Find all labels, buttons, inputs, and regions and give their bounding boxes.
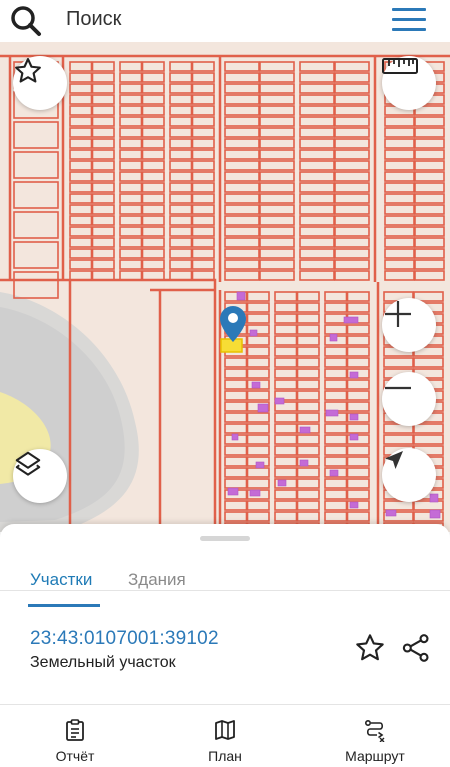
favorite-button[interactable]	[13, 56, 67, 110]
bottom-navigation: Отчёт План Маршрут	[0, 714, 450, 767]
menu-icon[interactable]	[392, 8, 428, 34]
tab-buildings[interactable]: Здания	[128, 570, 186, 590]
layers-button[interactable]	[13, 449, 67, 503]
tab-bar: Участки Здания	[0, 544, 450, 610]
report-icon	[66, 719, 84, 741]
share-button[interactable]	[399, 632, 433, 664]
location-pin-icon[interactable]	[220, 306, 246, 342]
minus-icon	[385, 386, 411, 390]
favorite-parcel-button[interactable]	[354, 632, 386, 664]
map-plan-icon	[215, 720, 235, 740]
star-outline-icon	[356, 634, 384, 661]
navigation-arrow-icon	[385, 451, 403, 469]
nav-plan[interactable]: План	[165, 714, 285, 767]
bottom-sheet: Участки Здания 23:43:0107001:39102 Земел…	[0, 524, 450, 767]
search-input[interactable]: Поиск	[66, 8, 121, 31]
tabs-divider	[0, 590, 450, 591]
nav-route-label: Маршрут	[345, 748, 405, 764]
nav-route[interactable]: Маршрут	[315, 714, 435, 767]
active-tab-indicator	[28, 604, 100, 607]
route-icon	[364, 719, 385, 742]
zoom-out-button[interactable]	[382, 372, 436, 426]
top-bar: Поиск	[0, 0, 450, 42]
nav-report-label: Отчёт	[55, 748, 95, 764]
layers-icon	[15, 451, 41, 476]
sheet-drag-handle[interactable]	[200, 536, 250, 541]
search-icon[interactable]	[8, 4, 44, 38]
ruler-icon	[382, 58, 418, 74]
star-outline-icon	[15, 58, 41, 83]
tab-parcels[interactable]: Участки	[30, 570, 92, 590]
zoom-in-button[interactable]	[382, 298, 436, 352]
my-location-button[interactable]	[382, 448, 436, 502]
share-icon	[402, 634, 429, 662]
parcel-type-label: Земельный участок	[30, 654, 176, 671]
plus-icon	[385, 301, 411, 327]
content-divider	[0, 704, 450, 705]
nav-report[interactable]: Отчёт	[15, 714, 135, 767]
nav-plan-label: План	[208, 748, 242, 764]
cadastral-map[interactable]	[0, 42, 450, 532]
cadastral-number-link[interactable]: 23:43:0107001:39102	[30, 628, 219, 650]
ruler-button[interactable]	[382, 56, 436, 110]
